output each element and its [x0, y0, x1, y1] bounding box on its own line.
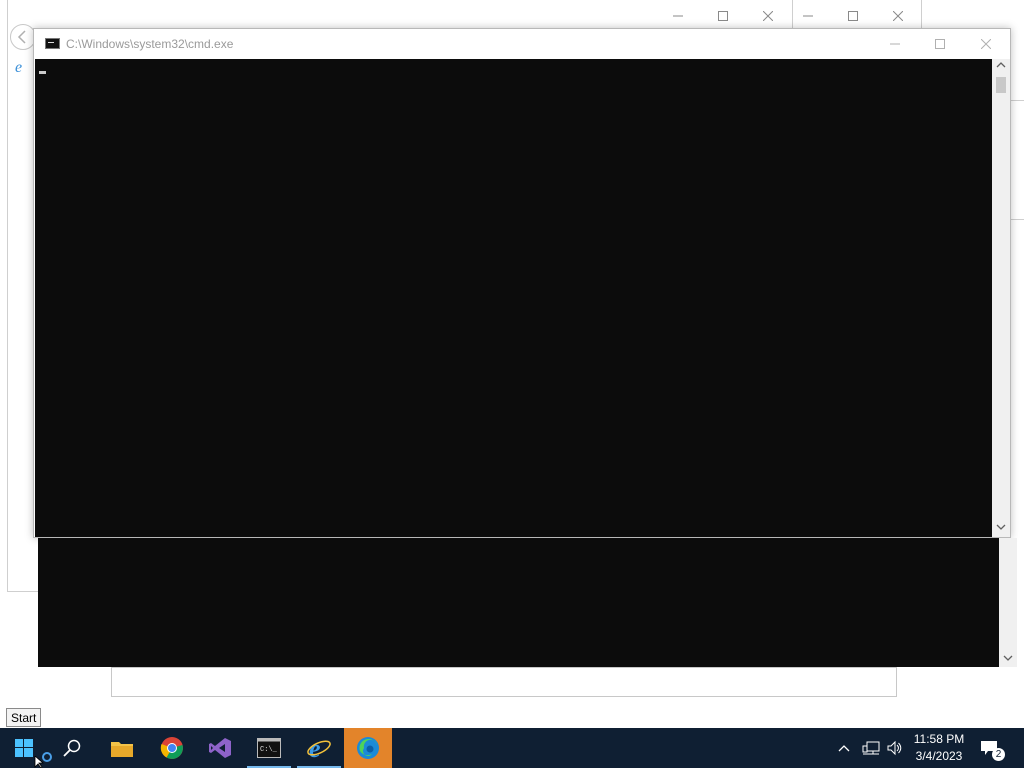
- notification-count-badge: 2: [992, 748, 1005, 761]
- visual-studio-button[interactable]: [196, 728, 244, 768]
- file-explorer-button[interactable]: [98, 728, 146, 768]
- clock-button[interactable]: 11:58 PM 3/4/2023: [908, 728, 970, 768]
- text-cursor: [39, 71, 46, 74]
- cmd-titlebar[interactable]: C:\Windows\system32\cmd.exe: [34, 29, 1010, 58]
- taskbar: C:\_ e 11:58 PM 3/4/2023 2: [0, 728, 1024, 768]
- show-hidden-icons-button[interactable]: [838, 728, 854, 768]
- search-button[interactable]: [48, 728, 96, 768]
- right-side-pane: [1010, 100, 1024, 220]
- svg-text:e: e: [15, 59, 22, 74]
- chrome-button[interactable]: [148, 728, 196, 768]
- second-console-area[interactable]: [38, 538, 999, 667]
- command-prompt-button[interactable]: C:\_: [245, 728, 293, 768]
- cmd-close-button[interactable]: [971, 29, 1001, 57]
- cmd-icon: C:\_: [257, 738, 281, 758]
- second-console-scrollbar[interactable]: [999, 538, 1017, 667]
- clock-date: 3/4/2023: [915, 749, 963, 763]
- chevron-up-icon: [838, 745, 850, 752]
- mouse-cursor-icon: [34, 756, 44, 768]
- cmd-maximize-button[interactable]: [925, 29, 955, 57]
- volume-icon: [887, 740, 902, 756]
- ie-icon: e: [307, 735, 331, 761]
- bg-ie-maximize-button[interactable]: [708, 1, 738, 29]
- empty-panel: [111, 667, 897, 697]
- internet-explorer-button[interactable]: e: [295, 728, 343, 768]
- network-button[interactable]: [862, 728, 882, 768]
- cmd-window-title: C:\Windows\system32\cmd.exe: [66, 37, 234, 51]
- clock-time: 11:58 PM: [913, 732, 965, 746]
- bg-right-close-button[interactable]: [883, 1, 913, 29]
- bg-right-maximize-button[interactable]: [838, 1, 868, 29]
- scrollbar-thumb[interactable]: [996, 77, 1006, 93]
- volume-button[interactable]: [886, 728, 906, 768]
- cmd-window: C:\Windows\system32\cmd.exe: [33, 28, 1011, 538]
- scroll-up-icon[interactable]: [996, 61, 1006, 71]
- bg-ie-minimize-button[interactable]: [663, 1, 693, 29]
- folder-icon: [111, 742, 133, 757]
- search-icon: [63, 739, 81, 757]
- windows-logo-icon: [15, 739, 33, 757]
- bg-right-minimize-button[interactable]: [793, 1, 823, 29]
- svg-text:C:\_: C:\_: [260, 746, 278, 754]
- scroll-down-icon[interactable]: [996, 523, 1006, 533]
- console-output-area[interactable]: [35, 59, 992, 537]
- action-center-button[interactable]: 2: [980, 728, 1010, 768]
- cmd-icon: [45, 38, 60, 49]
- network-icon: [862, 741, 880, 755]
- console-vertical-scrollbar[interactable]: [992, 59, 1010, 537]
- cmd-minimize-button[interactable]: [880, 29, 910, 57]
- start-tooltip: Start: [6, 708, 42, 727]
- ie-page-icon: e: [14, 58, 30, 76]
- bg-ie-close-button[interactable]: [753, 1, 783, 29]
- edge-icon: [357, 737, 379, 759]
- visual-studio-icon: [209, 738, 231, 758]
- edge-button[interactable]: [344, 728, 392, 768]
- second-scroll-down-icon[interactable]: [1003, 654, 1013, 664]
- chrome-icon: [160, 737, 183, 759]
